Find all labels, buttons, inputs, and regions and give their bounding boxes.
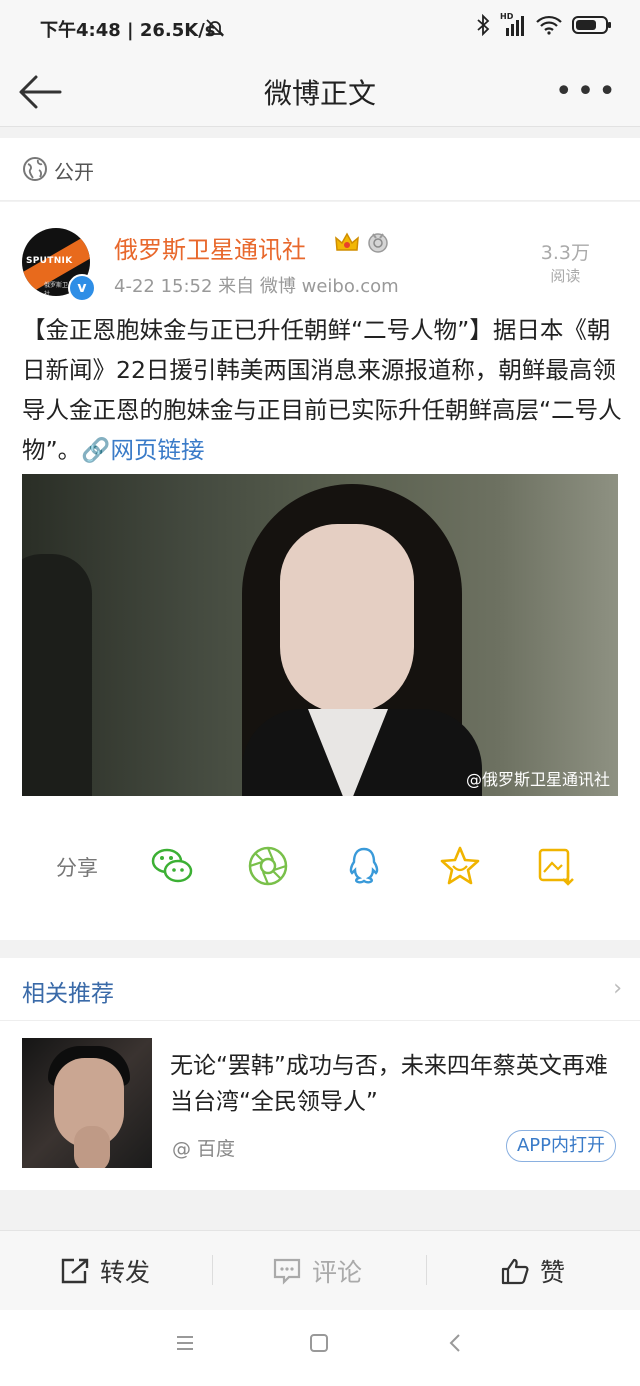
status-bar: 下午4:48 | 26.5K/s HD: [0, 0, 640, 56]
like-label: 赞: [540, 1258, 566, 1287]
avatar-brand: SPUTNIK: [26, 256, 73, 266]
star-favorite-icon[interactable]: [438, 844, 482, 888]
section-divider: [0, 1190, 640, 1230]
related-headline[interactable]: 无论“罢韩”成功与否，未来四年蔡英文再难当台湾“全民领导人”: [170, 1048, 620, 1120]
post-body: 【金正恩胞妹金与正已升任朝鲜“二号人物”】据日本《朝日新闻》22日援引韩美两国消…: [22, 310, 622, 470]
signal-icon: HD: [500, 12, 526, 36]
qq-icon[interactable]: [342, 844, 386, 888]
open-in-app-button[interactable]: APP内打开: [505, 1130, 616, 1162]
post-meta: 4-22 15:52 来自 微博 weibo.com: [114, 276, 399, 297]
chevron-right-icon[interactable]: ›: [613, 976, 622, 1001]
menu-icon[interactable]: [174, 1332, 196, 1354]
mute-icon: [205, 19, 225, 37]
page-title: 微博正文: [263, 77, 376, 110]
repost-icon: [61, 1258, 89, 1284]
system-nav-bar: [0, 1310, 640, 1386]
comment-button[interactable]: 评论: [272, 1253, 362, 1289]
web-link[interactable]: 🔗网页链接: [81, 436, 204, 464]
repost-label: 转发: [100, 1258, 151, 1287]
related-source: @ 百度: [172, 1138, 236, 1160]
home-icon[interactable]: [308, 1332, 330, 1354]
divider: [0, 1020, 640, 1021]
visibility-row: 公开: [0, 138, 640, 201]
more-icon[interactable]: •••: [555, 74, 620, 109]
like-button[interactable]: 赞: [500, 1253, 565, 1289]
web-link-label: 网页链接: [110, 436, 205, 464]
comment-icon: [273, 1258, 301, 1285]
nav-bar: 微博正文 •••: [0, 56, 640, 127]
wifi-icon: [536, 15, 562, 35]
post-image[interactable]: @俄罗斯卫星通讯社: [22, 474, 618, 796]
read-count-label: 阅读: [550, 267, 581, 285]
share-bar: 分享: [0, 832, 640, 892]
related-thumbnail[interactable]: [22, 1038, 152, 1168]
signal-hd-label: HD: [500, 12, 514, 21]
weibo-post: SPUTNIK 俄罗斯卫星通讯社 v 俄罗斯卫星通讯社 4-22 15:52 来…: [0, 202, 640, 940]
bluetooth-icon: [477, 14, 490, 36]
author-name[interactable]: 俄罗斯卫星通讯社: [114, 230, 306, 265]
save-image-icon[interactable]: [534, 844, 578, 888]
medal-badge-icon[interactable]: [366, 230, 390, 254]
globe-icon: [23, 157, 47, 181]
visibility-label: 公开: [54, 160, 94, 184]
related-title[interactable]: 相关推荐: [22, 974, 114, 1008]
status-time-speed: 下午4:48 | 26.5K/s: [40, 20, 216, 41]
repost-button[interactable]: 转发: [60, 1253, 150, 1289]
wechat-icon[interactable]: [150, 844, 194, 888]
share-label: 分享: [56, 856, 98, 880]
read-count-number: 3.3万: [540, 242, 590, 264]
battery-icon: [572, 16, 611, 34]
verified-badge-icon: v: [68, 274, 96, 302]
comment-label: 评论: [312, 1258, 363, 1287]
read-count: 3.3万 阅读: [541, 238, 590, 286]
moments-icon[interactable]: [246, 844, 290, 888]
link-icon: 🔗: [81, 436, 111, 464]
image-watermark: @俄罗斯卫星通讯社: [465, 770, 610, 789]
action-bar: 转发 评论 赞: [0, 1230, 640, 1311]
thumbs-up-icon: [501, 1258, 529, 1285]
crown-badge-icon[interactable]: [334, 230, 360, 256]
related-section: 相关推荐 › 无论“罢韩”成功与否，未来四年蔡英文再难当台湾“全民领导人” @ …: [0, 958, 640, 1190]
section-divider: [0, 940, 640, 958]
system-back-icon[interactable]: [444, 1332, 466, 1354]
